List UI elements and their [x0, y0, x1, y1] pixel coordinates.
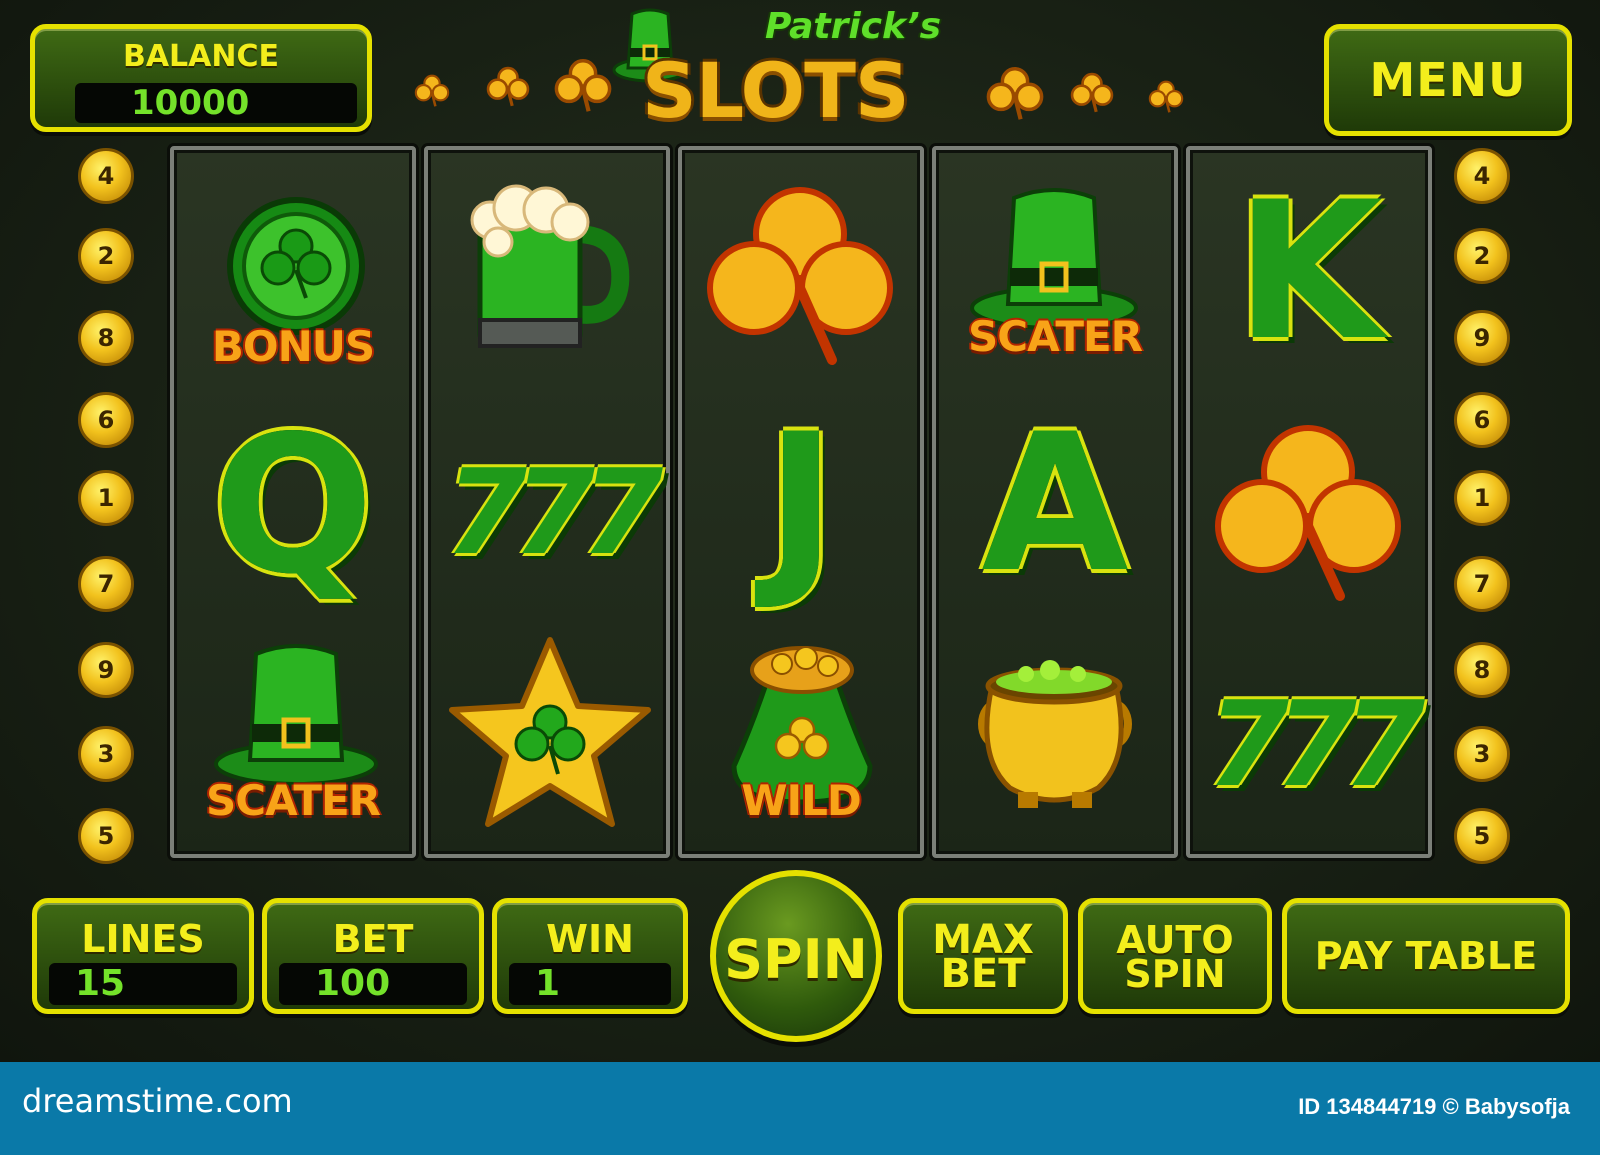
payline-marker-left[interactable]: 1 — [78, 470, 134, 526]
max-bet-button[interactable]: MAX BET — [898, 898, 1068, 1014]
bonus-label: BONUS — [211, 322, 375, 371]
title-slots: SLOTS — [642, 46, 910, 135]
payline-marker-right[interactable]: 7 — [1454, 556, 1510, 612]
auto-spin-label-line2: SPIN — [1124, 952, 1226, 996]
reel-5: K 777 — [1186, 146, 1432, 858]
menu-label: MENU — [1369, 53, 1527, 107]
bonus-symbol: BONUS — [174, 170, 412, 402]
footer-credit: ID 134844719 © Babysofja — [1298, 1094, 1570, 1119]
clover-icon — [414, 74, 450, 107]
letter-symbol: Q — [174, 395, 412, 632]
footer-site-name: dreamstime.com — [22, 1082, 293, 1120]
reel-1: BONUS Q SCATER — [170, 146, 416, 858]
reel-4: SCATER A — [932, 146, 1178, 858]
max-bet-label-line2: BET — [940, 951, 1026, 997]
title-script: Patrick’s — [765, 6, 942, 47]
letter-a: A — [981, 393, 1129, 614]
beer-mug-symbol — [428, 164, 666, 396]
wild-label: WILD — [741, 776, 862, 825]
scatter-symbol: SCATER — [936, 172, 1174, 404]
letter-k: K — [1235, 161, 1383, 382]
balance-panel: BALANCE 10000 — [30, 24, 372, 132]
bet-panel[interactable]: BET 100 — [262, 898, 484, 1014]
payline-marker-right[interactable]: 5 — [1454, 808, 1510, 864]
letter-j: J — [765, 393, 837, 614]
payline-marker-right[interactable]: 6 — [1454, 392, 1510, 448]
triple-seven: 777 — [444, 443, 663, 581]
slot-game-screen: BALANCE 10000 Patrick’s SLOTS MENU 4 2 8… — [0, 0, 1600, 1062]
win-value: 1 — [509, 963, 671, 1005]
payline-marker-left[interactable]: 3 — [78, 726, 134, 782]
letter-symbol: J — [682, 393, 920, 628]
scatter-symbol: SCATER — [174, 628, 412, 860]
menu-button[interactable]: MENU — [1324, 24, 1572, 136]
payline-marker-left[interactable]: 4 — [78, 148, 134, 204]
scatter-label: SCATER — [206, 776, 381, 825]
gold-clover-icon — [1215, 425, 1401, 601]
wild-symbol: WILD — [682, 626, 920, 858]
leprechaun-hat-icon — [214, 644, 378, 786]
reel-3: J WILD — [678, 146, 924, 858]
payline-marker-left[interactable]: 7 — [78, 556, 134, 612]
triple-seven: 777 — [1206, 675, 1425, 813]
clover-star-symbol — [428, 628, 666, 860]
lines-label: LINES — [81, 917, 205, 961]
payline-marker-right[interactable]: 1 — [1454, 470, 1510, 526]
clover-icon — [486, 66, 530, 107]
payline-marker-right[interactable]: 9 — [1454, 310, 1510, 366]
letter-symbol: K — [1190, 161, 1428, 396]
balance-label: BALANCE — [122, 39, 280, 74]
bet-value: 100 — [279, 963, 467, 1005]
spin-button[interactable]: SPIN — [710, 870, 882, 1042]
spin-label: SPIN — [724, 928, 868, 991]
balance-value: 10000 — [75, 83, 357, 123]
lines-panel[interactable]: LINES 15 — [32, 898, 254, 1014]
gold-pot-symbol — [936, 628, 1174, 860]
payline-marker-right[interactable]: 8 — [1454, 642, 1510, 698]
letter-q: Q — [212, 395, 374, 616]
sevens-symbol: 777 — [1190, 628, 1428, 860]
stock-footer: dreamstime.com ID 134844719 © Babysofja — [0, 1062, 1600, 1155]
leprechaun-hat-icon — [970, 188, 1138, 330]
letter-symbol: A — [936, 393, 1174, 630]
clover-icon — [1148, 80, 1184, 113]
gold-clover-symbol — [1190, 398, 1428, 630]
gold-pot-icon — [978, 660, 1132, 808]
auto-spin-button[interactable]: AUTO SPIN — [1078, 898, 1272, 1014]
pay-table-button[interactable]: PAY TABLE — [1282, 898, 1570, 1014]
clover-star-icon — [449, 637, 651, 827]
clover-icon — [554, 59, 612, 112]
pay-table-label: PAY TABLE — [1314, 934, 1538, 978]
sevens-symbol: 777 — [428, 396, 666, 628]
scatter-label: SCATER — [968, 312, 1143, 361]
reel-2: 777 — [424, 146, 670, 858]
payline-marker-right[interactable]: 3 — [1454, 726, 1510, 782]
lines-value: 15 — [49, 963, 237, 1005]
payline-marker-right[interactable]: 4 — [1454, 148, 1510, 204]
payline-marker-left[interactable]: 5 — [78, 808, 134, 864]
bet-label: BET — [332, 917, 414, 961]
payline-marker-left[interactable]: 8 — [78, 310, 134, 366]
gold-clover-symbol — [682, 164, 920, 396]
payline-marker-left[interactable]: 9 — [78, 642, 134, 698]
clover-icon — [986, 67, 1044, 120]
payline-marker-left[interactable]: 6 — [78, 392, 134, 448]
clover-icon — [1070, 72, 1114, 113]
payline-marker-left[interactable]: 2 — [78, 228, 134, 284]
gold-clover-icon — [707, 187, 893, 365]
beer-mug-icon — [470, 184, 630, 348]
win-label: WIN — [546, 917, 634, 961]
win-panel: WIN 1 — [492, 898, 688, 1014]
payline-marker-right[interactable]: 2 — [1454, 228, 1510, 284]
